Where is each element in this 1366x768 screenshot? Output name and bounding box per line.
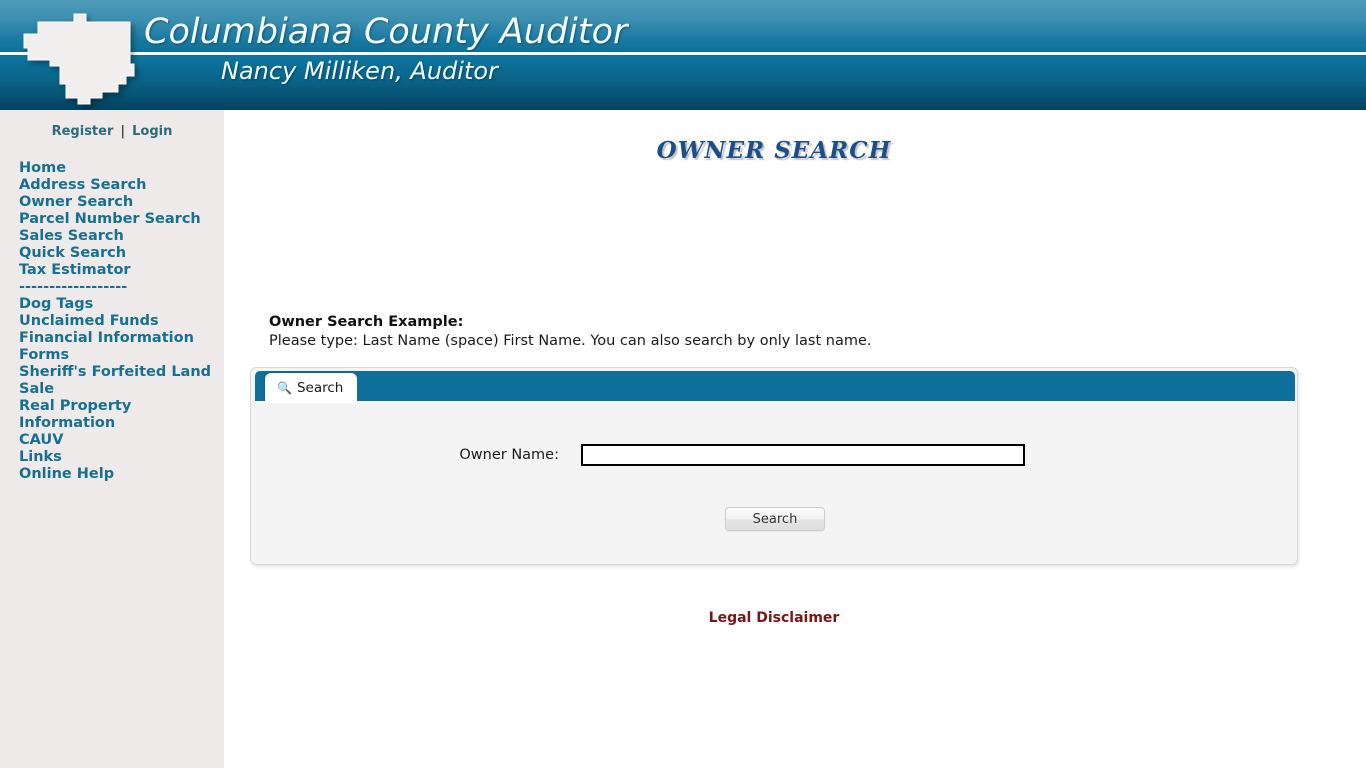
site-header: Columbiana County Auditor Nancy Milliken… <box>0 0 1366 110</box>
login-link[interactable]: Login <box>132 124 172 139</box>
sidebar-item-tax-estimator[interactable]: Tax Estimator <box>19 262 219 279</box>
sidebar-item-owner-search[interactable]: Owner Search <box>19 194 219 211</box>
search-panel: 🔍 Search Owner Name: Search <box>250 367 1298 565</box>
sidebar-item-sales-search[interactable]: Sales Search <box>19 228 219 245</box>
register-link[interactable]: Register <box>52 124 114 139</box>
header-subtitle: Nancy Milliken, Auditor <box>221 57 498 85</box>
sidebar-item-address-search[interactable]: Address Search <box>19 177 219 194</box>
example-heading: Owner Search Example: <box>269 314 464 330</box>
tab-search-label: Search <box>296 380 344 396</box>
header-title: Columbiana County Auditor <box>144 12 628 52</box>
sidebar-item-sheriffs-forfeited-land-sale[interactable]: Sheriff's Forfeited Land Sale <box>19 364 219 398</box>
owner-name-label: Owner Name: <box>459 447 559 463</box>
auth-links: Register | Login <box>0 124 224 139</box>
county-map-outline-icon <box>23 13 135 105</box>
owner-name-row: Owner Name: <box>251 444 1299 466</box>
search-button-row: Search <box>251 507 1299 531</box>
owner-name-input[interactable] <box>581 444 1025 466</box>
page-body: Register | Login Home Address Search Owner… <box>0 110 1366 768</box>
main-content: OWNER SEARCH Owner Search Example: Pleas… <box>224 110 1366 768</box>
page-title: OWNER SEARCH <box>656 137 892 164</box>
sidebar-item-links[interactable]: Links <box>19 449 219 466</box>
sidebar-item-parcel-number-search[interactable]: Parcel Number Search <box>19 211 219 228</box>
sidebar-item-financial-information[interactable]: Financial Information <box>19 330 219 347</box>
sidebar-item-unclaimed-funds[interactable]: Unclaimed Funds <box>19 313 219 330</box>
sidebar-item-forms[interactable]: Forms <box>19 347 219 364</box>
tab-search[interactable]: 🔍 Search <box>265 373 358 403</box>
sidebar-item-cauv[interactable]: CAUV <box>19 432 219 449</box>
panel-tabbar: 🔍 Search <box>255 371 1295 403</box>
example-text: Please type: Last Name (space) First Nam… <box>269 333 872 349</box>
sidebar-item-real-property-information[interactable]: Real Property Information <box>19 398 219 432</box>
search-button[interactable]: Search <box>725 507 825 531</box>
auth-separator: | <box>120 124 126 139</box>
sidebar-divider: ------------------ <box>19 279 128 295</box>
sidebar-nav: Home Address Search Owner Search Parcel … <box>19 160 219 483</box>
sidebar-item-home[interactable]: Home <box>19 160 219 177</box>
sidebar-item-quick-search[interactable]: Quick Search <box>19 245 219 262</box>
sidebar-item-online-help[interactable]: Online Help <box>19 466 219 483</box>
legal-disclaimer-link[interactable]: Legal Disclaimer <box>224 610 1324 626</box>
sidebar: Register | Login Home Address Search Owner… <box>0 110 224 768</box>
sidebar-item-dog-tags[interactable]: Dog Tags <box>19 296 219 313</box>
header-gradient-bottom <box>0 55 1366 110</box>
magnifier-icon: 🔍 <box>277 381 292 395</box>
